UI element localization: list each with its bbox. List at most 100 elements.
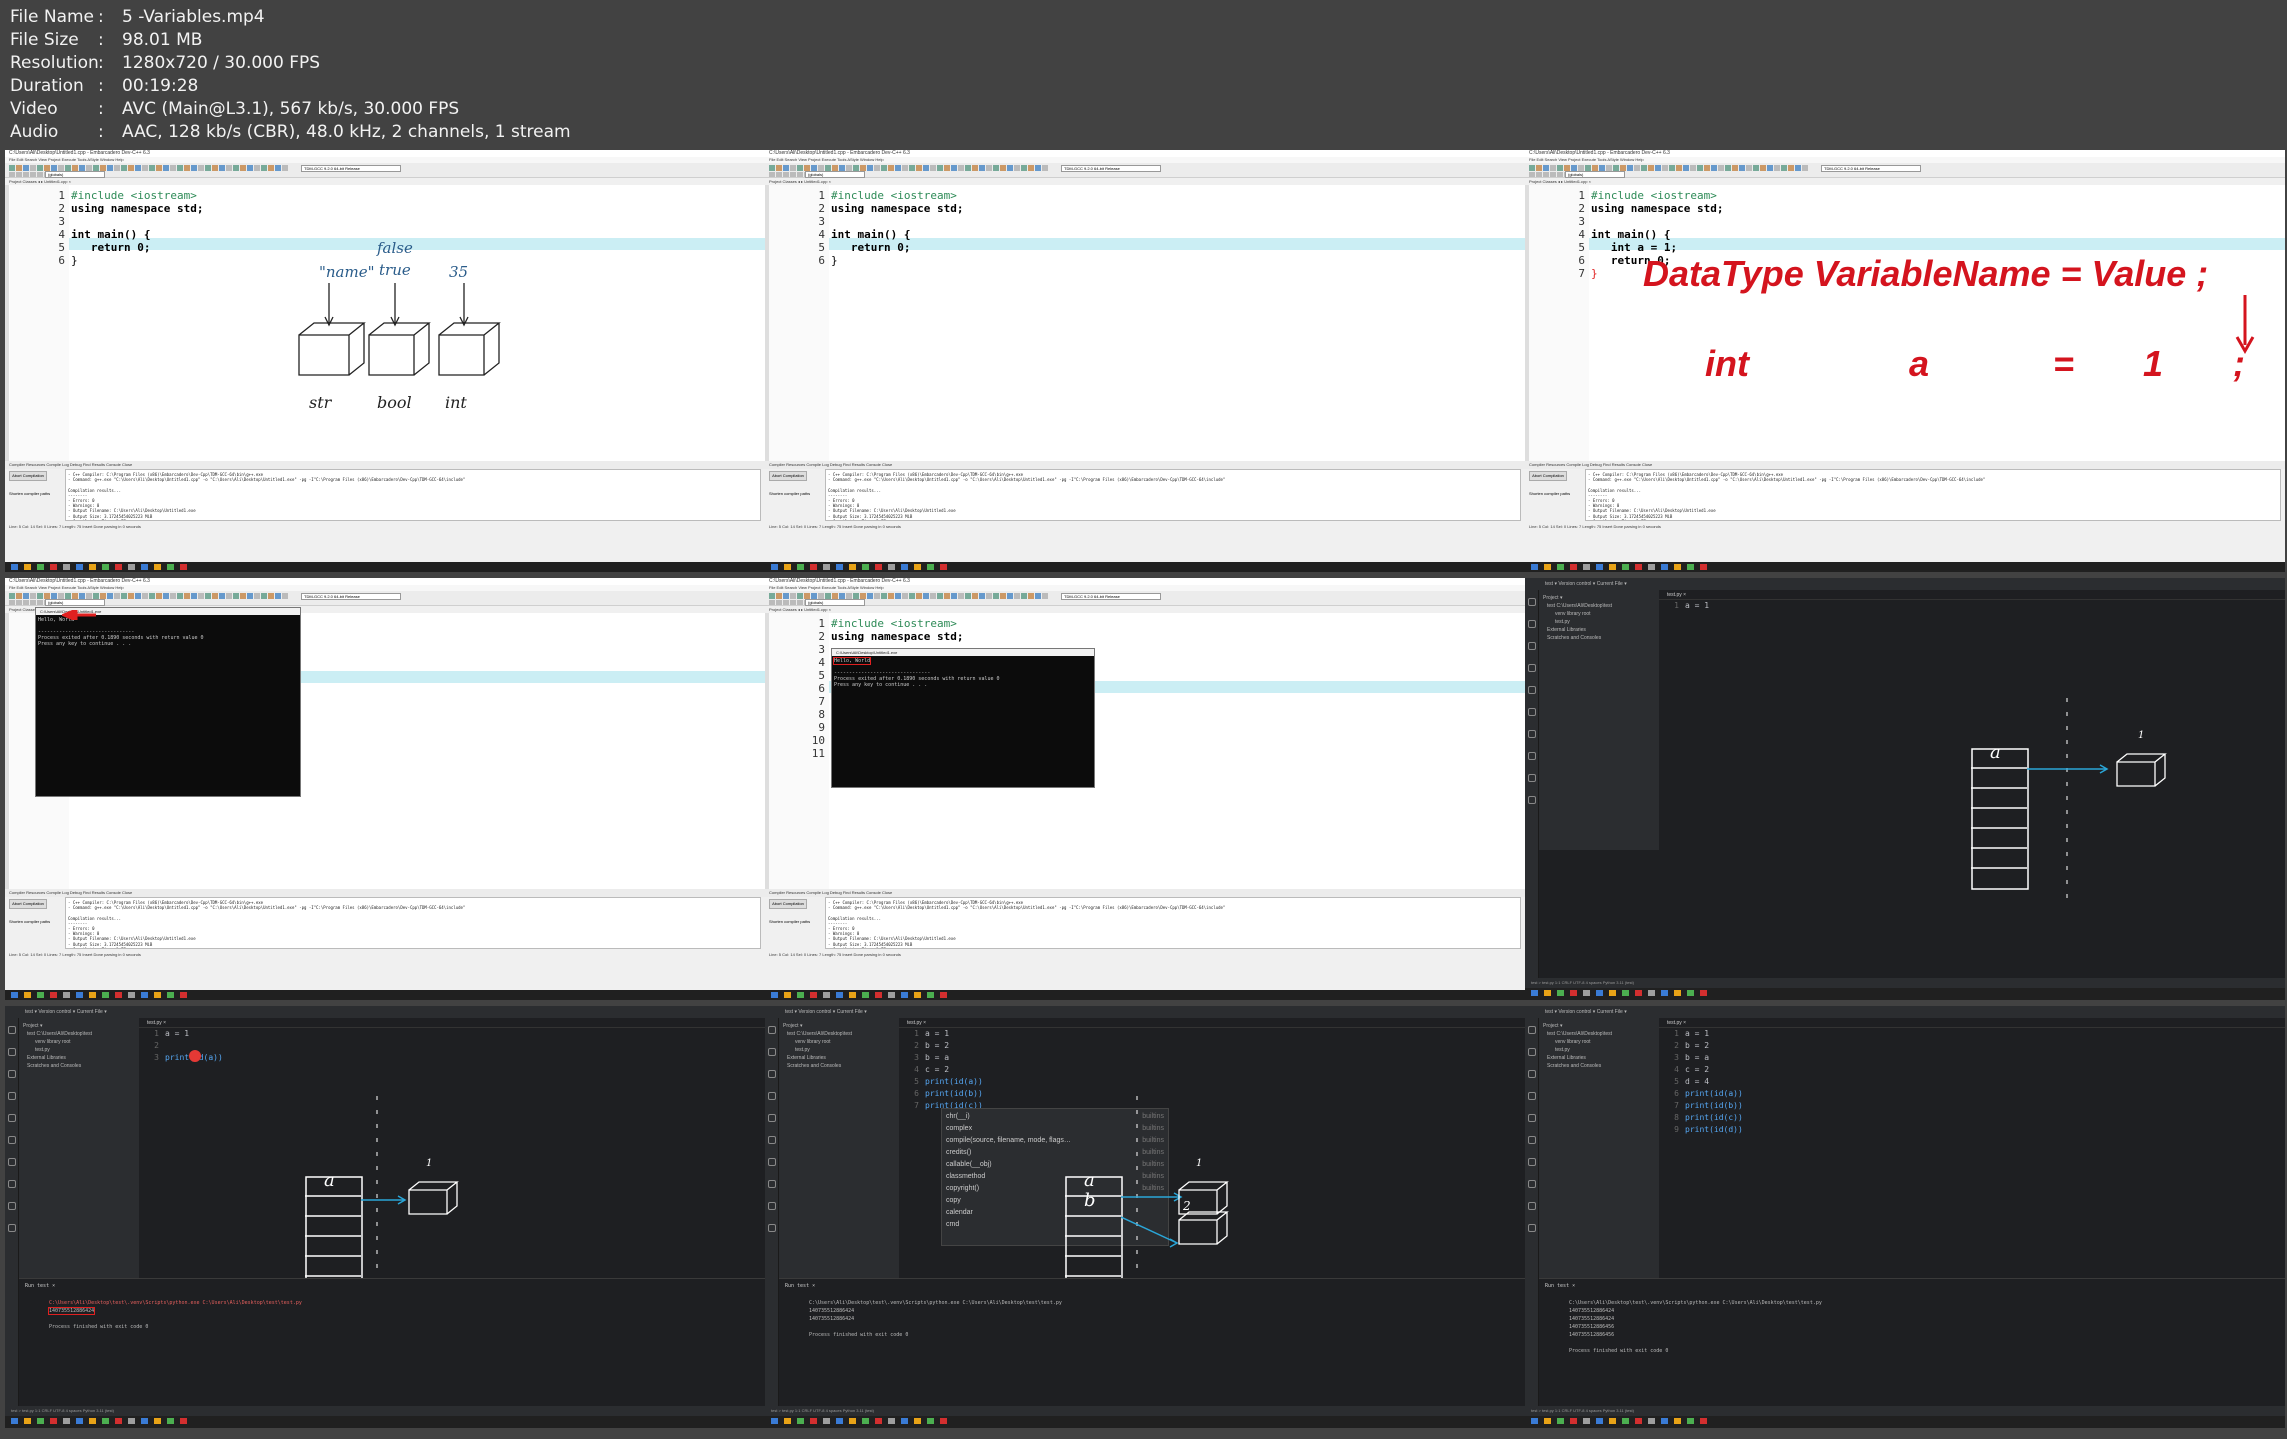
taskbar-icon[interactable] bbox=[1648, 990, 1655, 996]
autocomplete-item[interactable]: classmethod builtins bbox=[946, 1171, 1164, 1183]
tool-window-icon[interactable] bbox=[1528, 642, 1536, 650]
toolbar-icon[interactable] bbox=[16, 165, 22, 171]
taskbar-icon[interactable] bbox=[154, 564, 161, 570]
taskbar-icon[interactable] bbox=[810, 992, 817, 998]
toolbar-icon[interactable] bbox=[1557, 172, 1563, 177]
taskbar-icon[interactable] bbox=[50, 992, 57, 998]
tool-window-icon[interactable] bbox=[768, 1092, 776, 1100]
taskbar-icon[interactable] bbox=[50, 1418, 57, 1424]
toolbar-icon[interactable] bbox=[790, 172, 796, 177]
shorten-paths-checkbox[interactable]: Shorten compiler paths bbox=[9, 918, 59, 928]
toolbar-icon[interactable] bbox=[205, 165, 211, 171]
taskbar-icon[interactable] bbox=[1570, 1418, 1577, 1424]
toolbar-icon[interactable] bbox=[776, 165, 782, 171]
toolbar-icon[interactable] bbox=[776, 600, 782, 605]
bottom-tabs[interactable]: Compiler Resources Compile Log Debug Fin… bbox=[765, 889, 1525, 897]
taskbar-icon[interactable] bbox=[862, 1418, 869, 1424]
taskbar-icon[interactable] bbox=[115, 1418, 122, 1424]
taskbar-icon[interactable] bbox=[89, 1418, 96, 1424]
editor-tab[interactable]: test.py × bbox=[1659, 590, 2285, 600]
taskbar-icon[interactable] bbox=[1687, 564, 1694, 570]
autocomplete-item[interactable]: credits() builtins bbox=[946, 1147, 1164, 1159]
toolbar-icon[interactable] bbox=[247, 593, 253, 599]
taskbar-icon[interactable] bbox=[154, 1418, 161, 1424]
toolbar-icon[interactable] bbox=[1543, 165, 1549, 171]
taskbar-icon[interactable] bbox=[927, 564, 934, 570]
taskbar-icon[interactable] bbox=[141, 992, 148, 998]
toolbar-icon[interactable] bbox=[797, 593, 803, 599]
toolbar-icon[interactable] bbox=[163, 593, 169, 599]
toolbar-icon[interactable] bbox=[1655, 165, 1661, 171]
taskbar-icon[interactable] bbox=[914, 1418, 921, 1424]
toolbar-icon[interactable] bbox=[1774, 165, 1780, 171]
bottom-tabs[interactable]: Compiler Resources Compile Log Debug Fin… bbox=[5, 889, 765, 897]
toolbar-icon[interactable] bbox=[23, 593, 29, 599]
taskbar-icon[interactable] bbox=[888, 992, 895, 998]
toolbar-icon[interactable] bbox=[233, 165, 239, 171]
toolbar-icon[interactable] bbox=[797, 172, 803, 177]
taskbar-icon[interactable] bbox=[797, 564, 804, 570]
toolbar-icon[interactable] bbox=[881, 165, 887, 171]
toolbar-icon[interactable] bbox=[979, 593, 985, 599]
toolbar-icon[interactable] bbox=[1669, 165, 1675, 171]
toolbar-icon[interactable] bbox=[1557, 165, 1563, 171]
taskbar-icon[interactable] bbox=[24, 1418, 31, 1424]
taskbar-icon[interactable] bbox=[836, 992, 843, 998]
toolbar-icon[interactable] bbox=[783, 593, 789, 599]
toolbar-icon[interactable] bbox=[114, 165, 120, 171]
toolbar-icon[interactable] bbox=[937, 165, 943, 171]
shorten-paths-checkbox[interactable]: Shorten compiler paths bbox=[1529, 490, 1579, 500]
toolbar-icon[interactable] bbox=[1676, 165, 1682, 171]
toolbar-icon[interactable] bbox=[23, 165, 29, 171]
taskbar-icon[interactable] bbox=[849, 564, 856, 570]
bottom-tabs[interactable]: Compiler Resources Compile Log Debug Fin… bbox=[765, 461, 1525, 469]
toolbar-icon[interactable] bbox=[769, 600, 775, 605]
toolbar-icon[interactable] bbox=[783, 172, 789, 177]
toolbar-icon[interactable] bbox=[16, 593, 22, 599]
taskbar-icon[interactable] bbox=[823, 564, 830, 570]
taskbar-icon[interactable] bbox=[836, 1418, 843, 1424]
taskbar-icon[interactable] bbox=[1635, 990, 1642, 996]
tool-window-icon[interactable] bbox=[1528, 620, 1536, 628]
taskbar-icon[interactable] bbox=[1700, 990, 1707, 996]
taskbar-icon[interactable] bbox=[141, 564, 148, 570]
code-editor[interactable]: C:\Users\Ali\Desktop\Untitled1.exeHello,… bbox=[9, 607, 765, 889]
taskbar-icon[interactable] bbox=[784, 564, 791, 570]
taskbar-icon[interactable] bbox=[1557, 564, 1564, 570]
taskbar-icon[interactable] bbox=[849, 1418, 856, 1424]
taskbar-icon[interactable] bbox=[797, 1418, 804, 1424]
tool-window-icon[interactable] bbox=[768, 1224, 776, 1232]
toolbar-icon[interactable] bbox=[923, 593, 929, 599]
taskbar-icon[interactable] bbox=[102, 992, 109, 998]
toolbar-icon[interactable] bbox=[107, 165, 113, 171]
tool-window-icon[interactable] bbox=[8, 1048, 16, 1056]
abort-compilation-button[interactable]: Abort Compilation bbox=[1529, 471, 1567, 481]
toolbar-icon[interactable] bbox=[965, 165, 971, 171]
toolbar-icon[interactable] bbox=[930, 593, 936, 599]
toolbar-icon[interactable] bbox=[226, 593, 232, 599]
taskbar-icon[interactable] bbox=[1674, 1418, 1681, 1424]
toolbar-icon[interactable] bbox=[783, 600, 789, 605]
taskbar-icon[interactable] bbox=[1570, 564, 1577, 570]
toolbar-icon[interactable] bbox=[1739, 165, 1745, 171]
toolbar-icon[interactable] bbox=[1021, 165, 1027, 171]
toolbar-icon[interactable] bbox=[916, 165, 922, 171]
taskbar-icon[interactable] bbox=[1622, 564, 1629, 570]
toolbar-icon[interactable] bbox=[1627, 165, 1633, 171]
taskbar-icon[interactable] bbox=[89, 992, 96, 998]
autocomplete-item[interactable]: complex builtins bbox=[946, 1123, 1164, 1135]
taskbar-icon[interactable] bbox=[115, 992, 122, 998]
tool-window-icon[interactable] bbox=[768, 1114, 776, 1122]
toolbar-icon[interactable] bbox=[1641, 165, 1647, 171]
toolbar-icon[interactable] bbox=[1028, 593, 1034, 599]
project-tree-item[interactable]: External Libraries bbox=[1543, 1054, 1655, 1062]
project-tree-item[interactable]: Scratches and Consoles bbox=[1543, 634, 1655, 642]
tool-window-icon[interactable] bbox=[8, 1026, 16, 1034]
toolbar-icon[interactable] bbox=[254, 593, 260, 599]
taskbar-icon[interactable] bbox=[180, 564, 187, 570]
toolbar-icon[interactable] bbox=[867, 165, 873, 171]
project-tree-item[interactable]: Scratches and Consoles bbox=[783, 1062, 895, 1070]
taskbar-icon[interactable] bbox=[784, 1418, 791, 1424]
taskbar-icon[interactable] bbox=[1700, 564, 1707, 570]
toolbar-icon[interactable] bbox=[114, 593, 120, 599]
